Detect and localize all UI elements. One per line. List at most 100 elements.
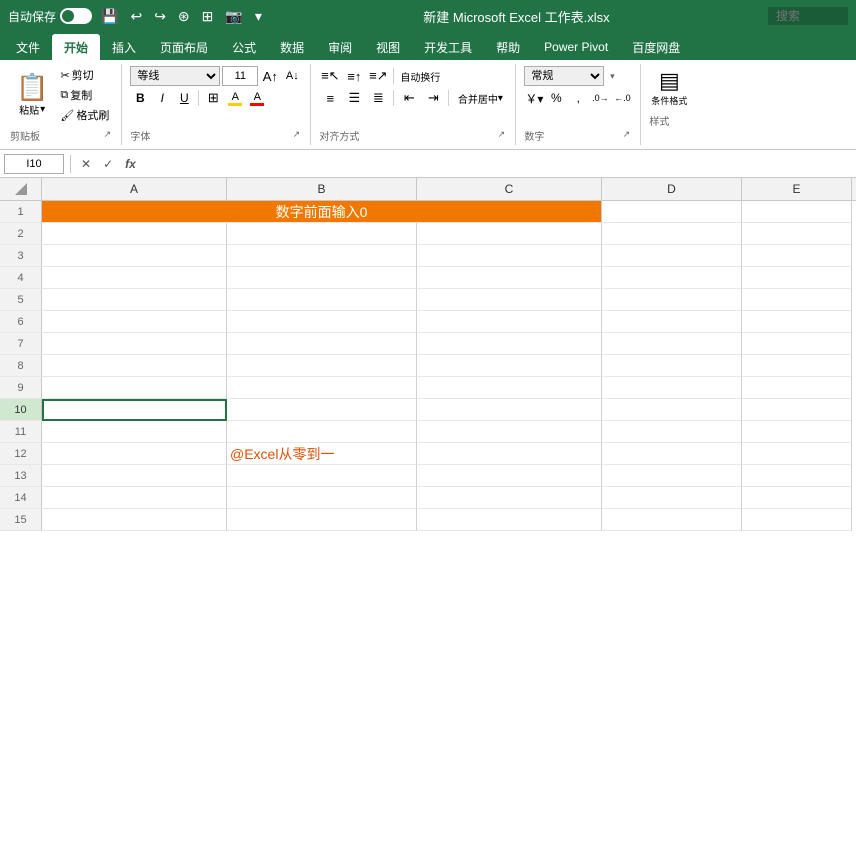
autosave-toggle[interactable] (60, 8, 92, 24)
cell-2b[interactable] (227, 223, 417, 245)
cell-4a[interactable] (42, 267, 227, 289)
cell-5c[interactable] (417, 289, 602, 311)
cell-13a[interactable] (42, 465, 227, 487)
cell-12a[interactable] (42, 443, 227, 465)
cell-6a[interactable] (42, 311, 227, 333)
cell-14b[interactable] (227, 487, 417, 509)
merged-cell-1[interactable]: 数字前面输入0 (42, 201, 602, 223)
cell-15a[interactable] (42, 509, 227, 531)
cell-11e[interactable] (742, 421, 852, 443)
cell-2c[interactable] (417, 223, 602, 245)
align-top-center-button[interactable]: ≡↑ (343, 66, 365, 86)
cell-14d[interactable] (602, 487, 742, 509)
cell-5b[interactable] (227, 289, 417, 311)
tab-baidu[interactable]: 百度网盘 (620, 34, 692, 60)
row-num-6[interactable]: 6 (0, 311, 42, 333)
cell-3c[interactable] (417, 245, 602, 267)
cell-6c[interactable] (417, 311, 602, 333)
dec-increase-button[interactable]: .0→ (590, 88, 610, 108)
percent-button[interactable]: % (546, 88, 566, 108)
cell-15c[interactable] (417, 509, 602, 531)
cell-4d[interactable] (602, 267, 742, 289)
cell-7d[interactable] (602, 333, 742, 355)
cell-2e[interactable] (742, 223, 852, 245)
tab-powerpivot[interactable]: Power Pivot (532, 34, 620, 60)
cell-1d[interactable] (602, 201, 742, 223)
tab-home[interactable]: 开始 (52, 34, 100, 60)
alignment-expand[interactable]: ↗ (495, 129, 507, 141)
cell-8a[interactable] (42, 355, 227, 377)
font-size-up-button[interactable]: A↑ (260, 66, 280, 86)
save-icon[interactable]: 💾 (98, 6, 121, 27)
merge-center-button[interactable]: 合并居中▾ (453, 88, 507, 108)
row-num-8[interactable]: 8 (0, 355, 42, 377)
font-size-down-button[interactable]: A↓ (282, 66, 302, 86)
cell-3a[interactable] (42, 245, 227, 267)
cell-14e[interactable] (742, 487, 852, 509)
cell-15e[interactable] (742, 509, 852, 531)
cell-13d[interactable] (602, 465, 742, 487)
cell-4c[interactable] (417, 267, 602, 289)
search-input[interactable] (768, 7, 848, 25)
cell-7b[interactable] (227, 333, 417, 355)
number-expand[interactable]: ↗ (620, 129, 632, 141)
align-center-button[interactable]: ☰ (343, 88, 365, 108)
font-expand[interactable]: ↗ (290, 129, 302, 141)
col-header-c[interactable]: C (417, 178, 602, 200)
cell-10b[interactable] (227, 399, 417, 421)
indent-increase-button[interactable]: ⇥ (422, 88, 444, 108)
cell-6e[interactable] (742, 311, 852, 333)
paste-button[interactable]: 📋 粘贴▾ (10, 71, 54, 119)
filter-icon[interactable]: ⊛ (175, 6, 193, 27)
col-header-b[interactable]: B (227, 178, 417, 200)
cell-10c[interactable] (417, 399, 602, 421)
row-num-9[interactable]: 9 (0, 377, 42, 399)
conditional-format-button[interactable]: ▤ 条件格式 (649, 66, 689, 109)
tab-data[interactable]: 数据 (268, 34, 316, 60)
row-num-11[interactable]: 11 (0, 421, 42, 443)
cell-8c[interactable] (417, 355, 602, 377)
formula-cancel-icon[interactable]: ✕ (77, 157, 95, 171)
fill-color-button[interactable]: A (225, 88, 245, 108)
row-num-7[interactable]: 7 (0, 333, 42, 355)
row-num-3[interactable]: 3 (0, 245, 42, 267)
cell-14a[interactable] (42, 487, 227, 509)
cell-7a[interactable] (42, 333, 227, 355)
cell-3d[interactable] (602, 245, 742, 267)
number-format-select[interactable]: 常规 (524, 66, 604, 86)
cell-5e[interactable] (742, 289, 852, 311)
cell-6b[interactable] (227, 311, 417, 333)
align-top-right-button[interactable]: ≡↗ (367, 66, 389, 86)
tab-review[interactable]: 审阅 (316, 34, 364, 60)
cell-7c[interactable] (417, 333, 602, 355)
cell-7e[interactable] (742, 333, 852, 355)
table-icon[interactable]: ⊞ (199, 6, 217, 27)
align-top-left-button[interactable]: ≡↖ (319, 66, 341, 86)
col-header-a[interactable]: A (42, 178, 227, 200)
cell-2d[interactable] (602, 223, 742, 245)
select-all-icon[interactable] (15, 183, 27, 195)
cell-11a[interactable] (42, 421, 227, 443)
row-num-4[interactable]: 4 (0, 267, 42, 289)
row-num-5[interactable]: 5 (0, 289, 42, 311)
cell-10a[interactable] (42, 399, 227, 421)
cell-2a[interactable] (42, 223, 227, 245)
cell-8d[interactable] (602, 355, 742, 377)
row-num-12[interactable]: 12 (0, 443, 42, 465)
row-num-1[interactable]: 1 (0, 201, 42, 223)
formula-confirm-icon[interactable]: ✓ (99, 157, 117, 171)
wrap-text-button[interactable]: 自动换行 (398, 66, 442, 86)
tab-view[interactable]: 视图 (364, 34, 412, 60)
cell-9c[interactable] (417, 377, 602, 399)
underline-button[interactable]: U (174, 88, 194, 108)
tab-formula[interactable]: 公式 (220, 34, 268, 60)
more-icon[interactable]: ▾ (252, 6, 265, 27)
cell-15b[interactable] (227, 509, 417, 531)
row-num-2[interactable]: 2 (0, 223, 42, 245)
cell-11d[interactable] (602, 421, 742, 443)
cell-13e[interactable] (742, 465, 852, 487)
cell-13b[interactable] (227, 465, 417, 487)
cell-12d[interactable] (602, 443, 742, 465)
cell-5a[interactable] (42, 289, 227, 311)
col-header-d[interactable]: D (602, 178, 742, 200)
